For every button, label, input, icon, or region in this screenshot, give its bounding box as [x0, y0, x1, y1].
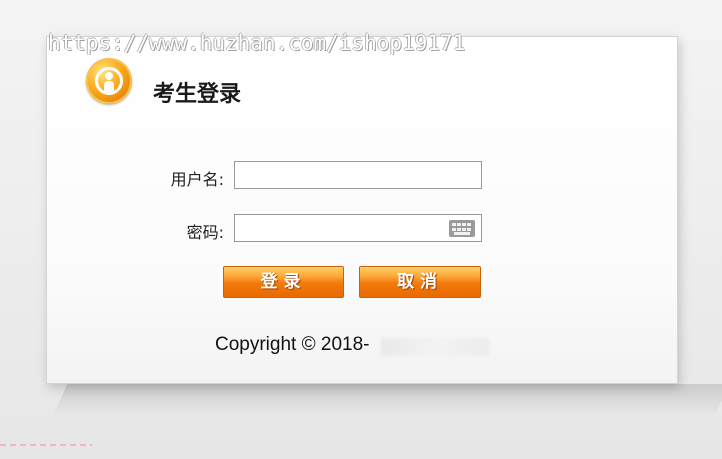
password-input[interactable] [234, 214, 482, 242]
person-badge-icon [86, 58, 132, 104]
login-panel [46, 36, 678, 384]
username-label: 用户名: [170, 170, 224, 189]
username-input[interactable] [234, 161, 482, 189]
login-button[interactable]: 登录 [223, 266, 344, 298]
password-label: 密码: [186, 223, 224, 242]
decorative-divider [0, 444, 92, 446]
cancel-button[interactable]: 取消 [359, 266, 481, 298]
page-title: 考生登录 [153, 82, 242, 107]
copyright-text: Copyright © 2018- [215, 334, 370, 355]
keyboard-icon[interactable] [449, 220, 475, 237]
card-shadow [52, 384, 722, 416]
logo-head [105, 72, 113, 80]
redacted-text [381, 338, 489, 356]
watermark-text: https://www.huzhan.com/ishop19171 [48, 31, 466, 55]
logo-body [104, 81, 114, 94]
